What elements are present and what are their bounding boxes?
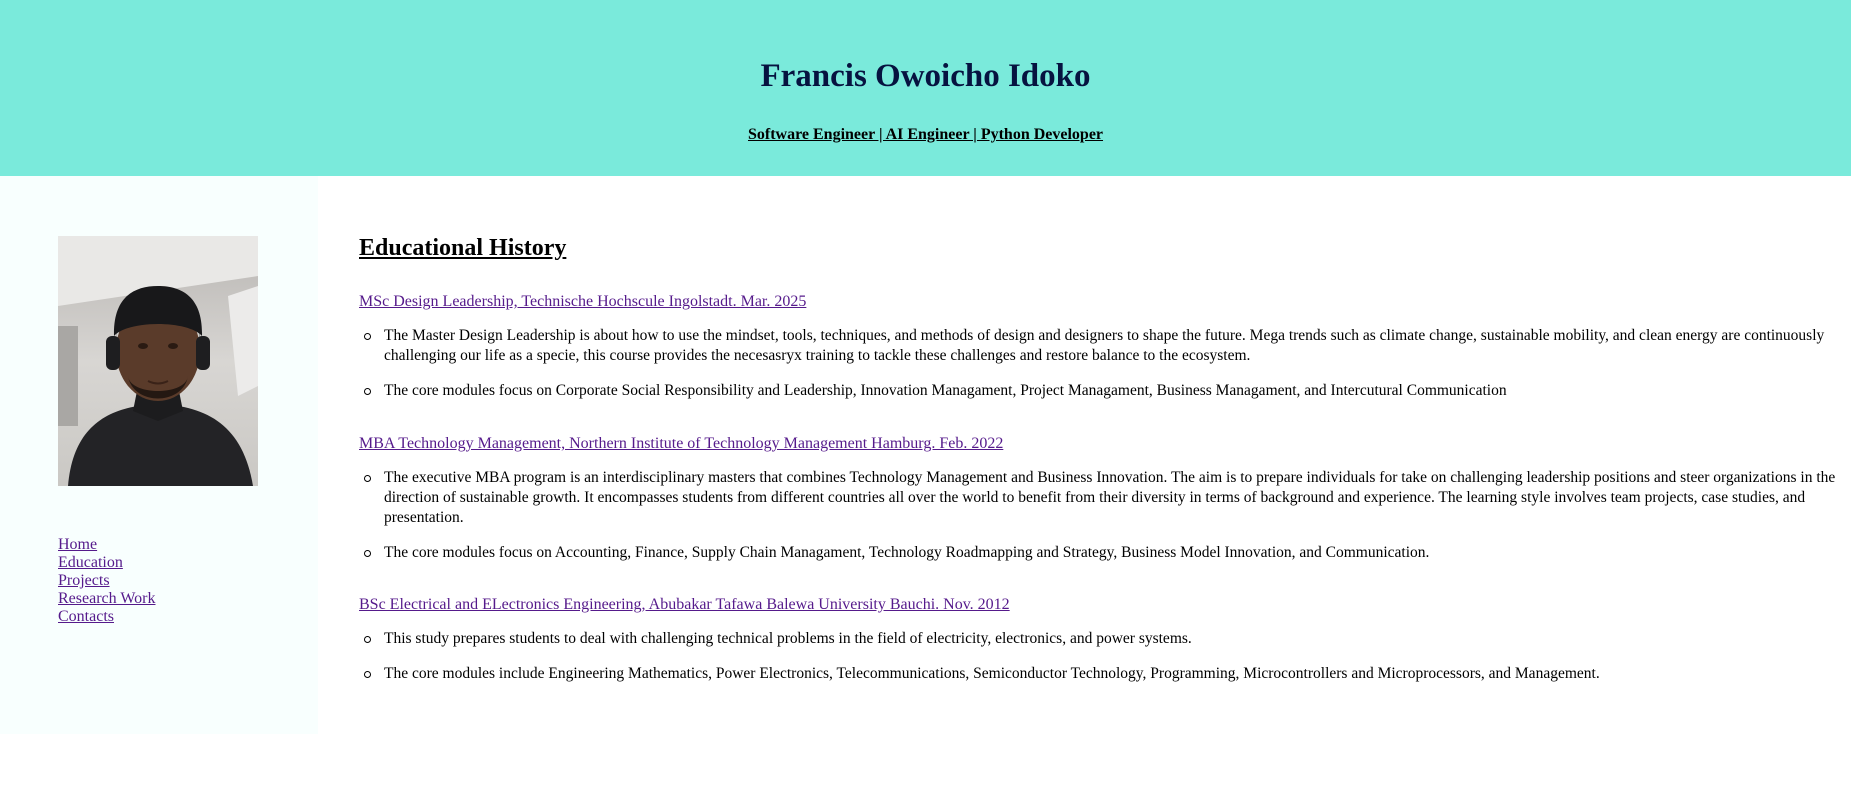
degree-points-msc: The Master Design Leadership is about ho…: [359, 326, 1847, 416]
circle-bullet-icon: [364, 636, 371, 643]
circle-bullet-icon: [364, 550, 371, 557]
list-item: This study prepares students to deal wit…: [359, 629, 1847, 649]
profile-photo: [58, 236, 258, 486]
list-item: The core modules include Engineering Mat…: [359, 664, 1847, 684]
list-item: The core modules focus on Corporate Soci…: [359, 381, 1847, 401]
degree-link-mba[interactable]: MBA Technology Management, Northern Inst…: [359, 435, 1003, 452]
page-title: Francis Owoicho Idoko: [760, 58, 1091, 94]
sidebar: Home Education Projects Research Work Co…: [0, 176, 318, 734]
nav-item-education: Education: [58, 554, 156, 572]
page-header: Francis Owoicho Idoko Software Engineer …: [0, 0, 1851, 176]
nav-link-contacts[interactable]: Contacts: [58, 608, 114, 625]
nav-link-education[interactable]: Education: [58, 554, 123, 571]
degree-title-mba: MBA Technology Management, Northern Inst…: [359, 434, 1003, 454]
section-heading: Educational History: [359, 235, 567, 261]
degree-title-bsc: BSc Electrical and ELectronics Engineeri…: [359, 595, 1010, 615]
list-item: The core modules focus on Accounting, Fi…: [359, 543, 1847, 563]
sidebar-nav: Home Education Projects Research Work Co…: [58, 536, 156, 626]
nav-item-contacts: Contacts: [58, 608, 156, 626]
degree-link-msc[interactable]: MSc Design Leadership, Technische Hochsc…: [359, 293, 806, 310]
circle-bullet-icon: [364, 333, 371, 340]
degree-points-bsc: This study prepares students to deal wit…: [359, 629, 1847, 699]
list-item: The Master Design Leadership is about ho…: [359, 326, 1847, 366]
nav-item-projects: Projects: [58, 572, 156, 590]
nav-link-home[interactable]: Home: [58, 536, 97, 553]
nav-link-projects[interactable]: Projects: [58, 572, 110, 589]
degree-points-mba: The executive MBA program is an interdis…: [359, 468, 1847, 578]
circle-bullet-icon: [364, 475, 371, 482]
list-item: The executive MBA program is an interdis…: [359, 468, 1847, 528]
nav-item-home: Home: [58, 536, 156, 554]
nav-link-research-work[interactable]: Research Work: [58, 590, 156, 607]
degree-title-msc: MSc Design Leadership, Technische Hochsc…: [359, 292, 806, 312]
degree-link-bsc[interactable]: BSc Electrical and ELectronics Engineeri…: [359, 596, 1010, 613]
nav-item-research-work: Research Work: [58, 590, 156, 608]
page-subtitle: Software Engineer | AI Engineer | Python…: [747, 126, 1104, 143]
person-portrait-icon: [58, 236, 258, 486]
circle-bullet-icon: [364, 671, 371, 678]
circle-bullet-icon: [364, 388, 371, 395]
